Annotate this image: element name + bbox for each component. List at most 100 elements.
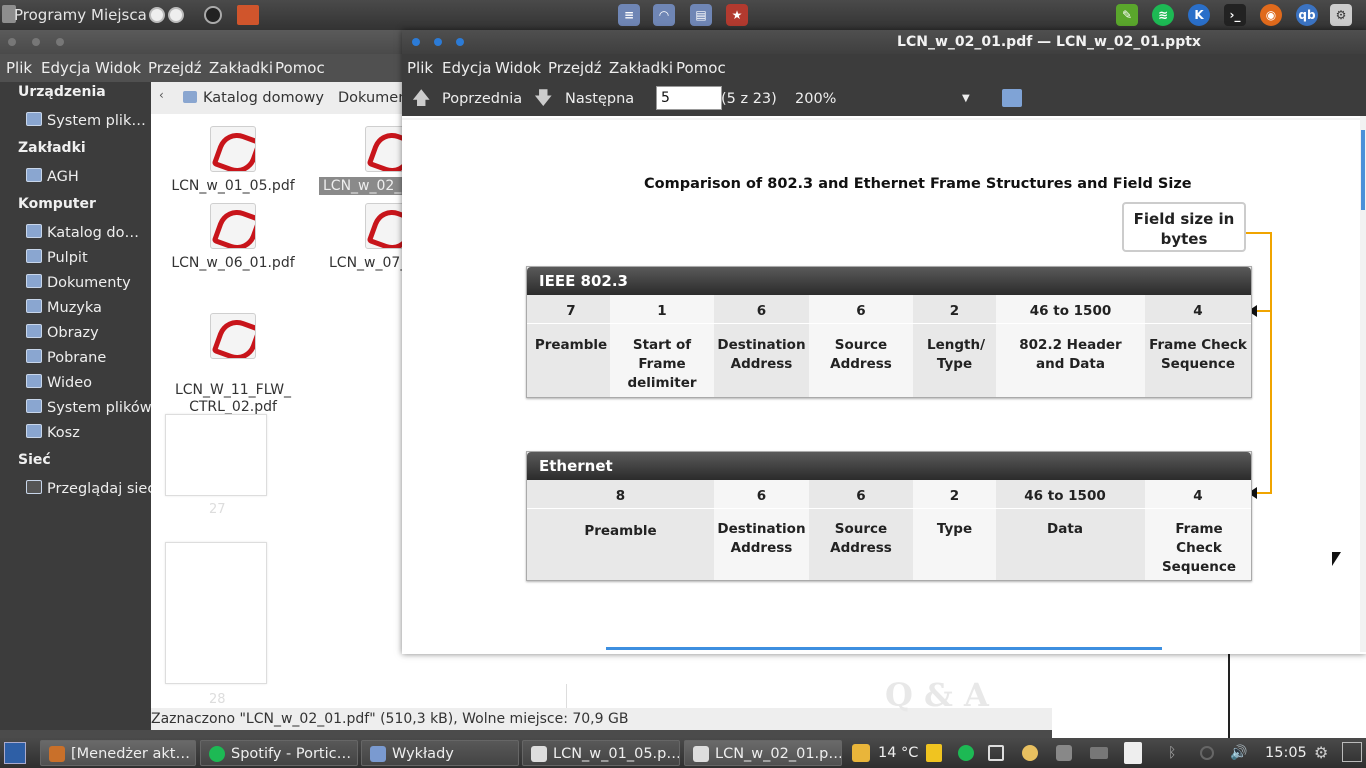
task-spotify[interactable]: Spotify - Portic… [200,740,358,766]
eyes-icon-2[interactable] [168,7,184,23]
clock[interactable]: 15:05 [1265,738,1307,768]
sidebar-heading-bookmarks: Zakładki [18,140,86,156]
sidebar-item-filesystem-2[interactable]: System plików [26,399,152,416]
background-document-right [1052,654,1366,738]
path-button-documents[interactable]: Dokumen [338,88,407,108]
sidebar-item-music[interactable]: Muzyka [26,299,102,316]
zoom-select[interactable]: 200% ▼ [790,88,974,110]
menu-edycja[interactable]: Edycja [442,54,491,82]
settings-icon[interactable]: ⚙ [1330,4,1352,26]
callout-connector-vertical [1270,232,1272,493]
calendar-icon[interactable] [237,5,259,25]
clipboard-icon[interactable] [1056,745,1072,761]
path-bar: ‹ Katalog domowy Dokumen [151,82,407,114]
edit-icon[interactable] [988,745,1004,761]
notes-icon[interactable]: ✎ [1116,4,1138,26]
page-number-input[interactable] [656,86,722,110]
weather-icon[interactable] [852,744,870,762]
sidebar-item-filesystem[interactable]: System plik… [26,112,146,129]
field-cell: Start of Frame delimiter [627,337,697,391]
trash-icon [26,424,42,438]
previous-page-button[interactable]: 🡅 Poprzednia [412,88,532,110]
terminal-icon[interactable]: ›_ [1224,4,1246,26]
task-pdf-2[interactable]: LCN_w_02_01.p… [684,740,842,766]
spotify-icon[interactable]: ≋ [1152,4,1174,26]
scrollbar-thumb[interactable] [1361,130,1365,210]
slide-title: Comparison of 802.3 and Ethernet Frame S… [644,176,1192,192]
size-cell: 4 [1193,303,1203,319]
qbittorrent-icon[interactable]: qb [1296,4,1318,26]
sidebar-item-downloads[interactable]: Pobrane [26,349,106,366]
folder-icon [26,168,42,182]
page-top-shadow [402,118,1364,120]
places-menu[interactable]: Miejsca [91,0,147,30]
file-item[interactable]: LCN_W_11_FLW_ CTRL_02.pdf [163,296,303,416]
kopete-icon[interactable]: K [1188,4,1210,26]
files-icon[interactable]: ≡ [618,4,640,26]
gear-icon[interactable]: ⚙ [1314,738,1328,768]
size-cell: 2 [949,488,960,504]
system-settings-icon[interactable] [204,6,222,24]
pdf-file-icon [210,313,256,359]
mail-icon[interactable] [1090,747,1108,759]
document-icon[interactable]: ▤ [690,4,712,26]
menu-edycja[interactable]: Edycja [41,54,90,82]
maximize-icon[interactable] [56,38,64,46]
next-page-button[interactable]: 🡇 Następna [534,88,644,110]
slide-thumbnail [165,414,267,496]
sidebar-item-home[interactable]: Katalog do… [26,224,139,241]
applications-menu[interactable]: Programy [14,0,86,30]
menu-widok[interactable]: Widok [495,54,541,82]
sidebar-heading-network: Sieć [18,452,51,468]
show-desktop-icon[interactable] [4,742,26,764]
wifi-icon[interactable]: ◠ [653,4,675,26]
notes-icon[interactable] [926,744,942,762]
field-cell: Frame Check Sequence [1149,337,1247,372]
menu-zakladki[interactable]: Zakładki [209,54,273,82]
document-icon [531,746,547,762]
menu-plik[interactable]: Plik [6,54,32,82]
sidebar-item-documents[interactable]: Dokumenty [26,274,131,291]
home-icon [183,91,197,103]
task-pdf-1[interactable]: LCN_w_01_05.p… [522,740,680,766]
sidebar-item-browse-network[interactable]: Przeglądaj sieć [26,480,155,497]
menu-zakladki[interactable]: Zakładki [609,54,673,82]
viewer-titlebar[interactable]: LCN_w_02_01.pdf — LCN_w_02_01.pptx [402,30,1366,54]
mouse-cursor-icon [1332,552,1341,566]
slide-thumbnail [165,542,267,684]
ieee-frame-table: IEEE 802.3 7 1 6 6 2 46 to 1500 4 Preamb… [526,266,1252,398]
sidebar-toggle-icon[interactable] [1002,89,1022,107]
sidebar-item-videos[interactable]: Wideo [26,374,92,391]
menu-plik[interactable]: Plik [407,54,433,82]
task-wyklady[interactable]: Wykłady [361,740,519,766]
sidebar-item-pictures[interactable]: Obrazy [26,324,99,341]
spotify-tray-icon[interactable] [958,745,974,761]
file-item[interactable]: LCN_w_01_05.pdf [163,126,303,194]
bookmark-icon[interactable]: ★ [726,4,748,26]
bluetooth-icon[interactable]: ᛒ [1168,738,1176,768]
close-icon[interactable] [8,38,16,46]
file-item[interactable]: LCN_w_06_01.pdf [163,203,303,271]
task-activity-manager[interactable]: [Menedżer akt… [40,740,196,766]
path-back-arrow-icon[interactable]: ‹ [159,88,164,102]
menu-widok[interactable]: Widok [95,54,141,82]
network-status-icon[interactable] [1200,746,1214,760]
sidebar-item-desktop[interactable]: Pulpit [26,249,88,266]
sidebar-item-trash[interactable]: Kosz [26,424,80,441]
firefox-icon[interactable]: ◉ [1260,4,1282,26]
battery-icon[interactable] [1124,742,1142,764]
weather-temperature[interactable]: 14 °C [878,738,918,768]
pdf-file-icon [210,203,256,249]
workspace-switcher-icon[interactable] [1342,742,1362,762]
path-button-home[interactable]: Katalog domowy [183,88,324,108]
folder-icon [370,746,386,762]
sidebar-item-agh[interactable]: AGH [26,168,79,185]
menu-przejdz[interactable]: Przejdź [548,54,602,82]
minimize-icon[interactable] [32,38,40,46]
menu-przejdz[interactable]: Przejdź [148,54,202,82]
volume-icon[interactable]: 🔊 [1230,738,1247,768]
menu-pomoc[interactable]: Pomoc [676,54,726,82]
menu-pomoc[interactable]: Pomoc [275,54,325,82]
weather-tray-icon[interactable] [1022,745,1038,761]
eyes-icon[interactable] [149,7,165,23]
